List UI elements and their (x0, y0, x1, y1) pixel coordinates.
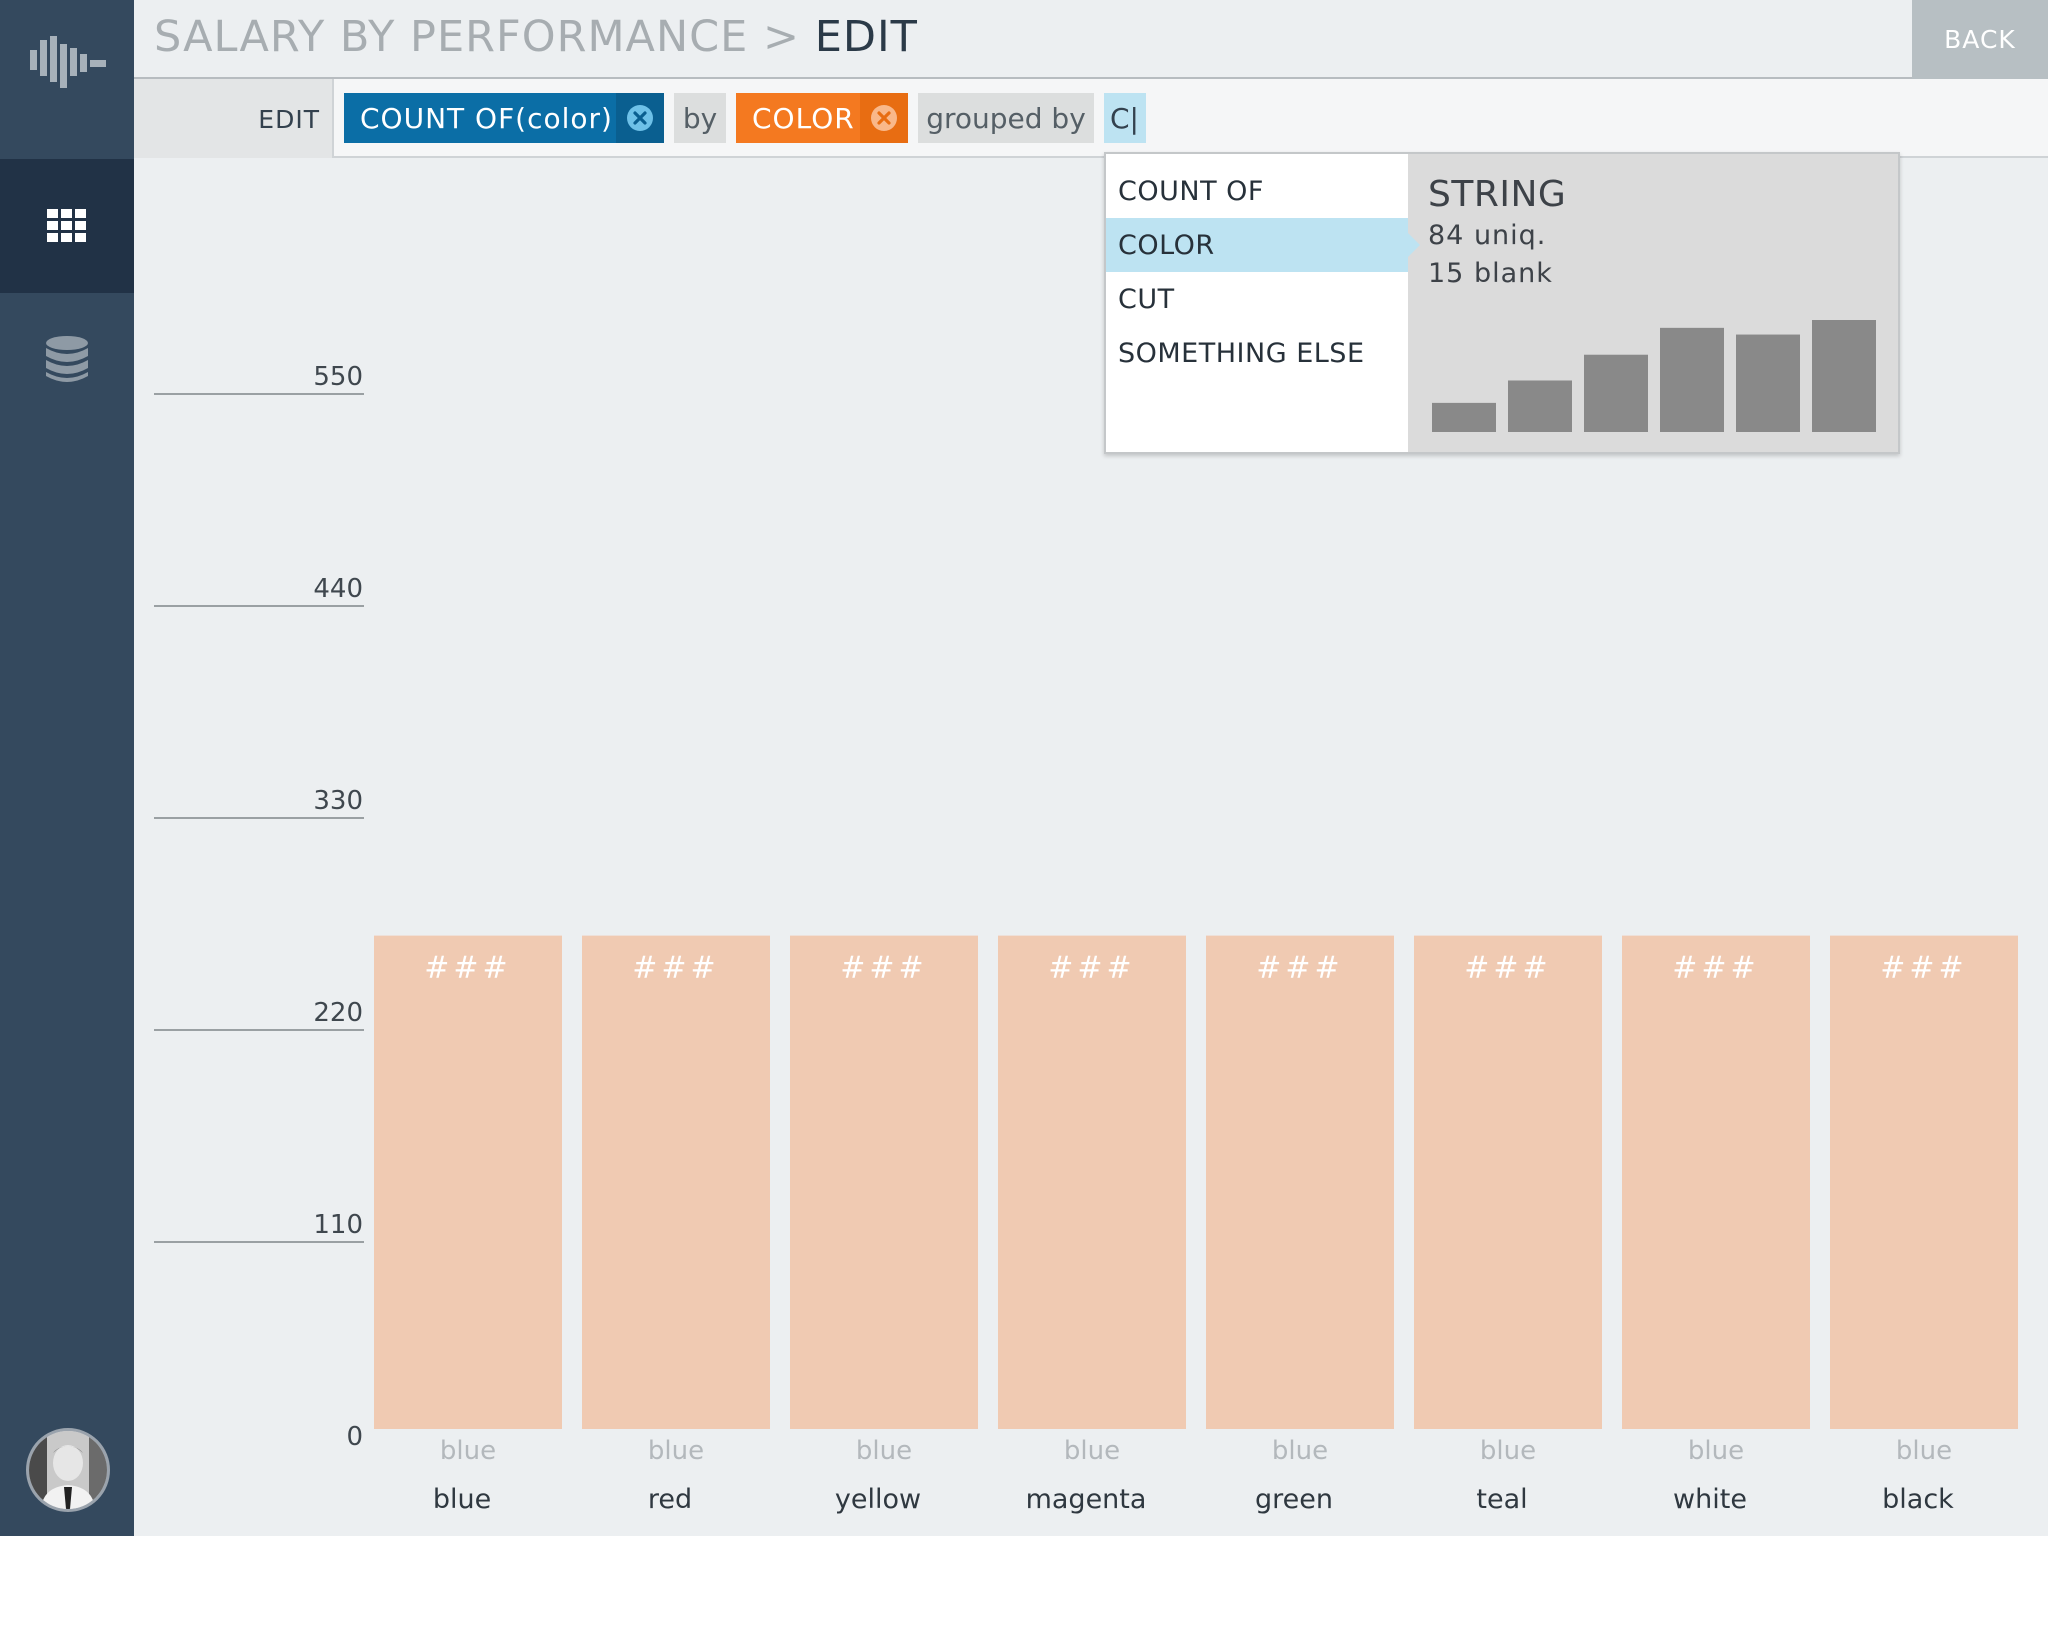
logo[interactable] (0, 0, 134, 159)
x-category-label: blue (433, 1484, 491, 1515)
x-category-label: black (1882, 1484, 1954, 1515)
bar-data-label: ### (1256, 951, 1343, 986)
close-circle-icon (627, 105, 653, 131)
bar-green[interactable] (1206, 935, 1394, 1429)
mode-title: EDIT (814, 12, 918, 62)
close-circle-icon (871, 105, 897, 131)
distribution-bar (1584, 354, 1648, 432)
grouped-by-connector: grouped by (918, 93, 1094, 143)
x-category-label: magenta (1026, 1484, 1147, 1515)
bar-data-label: ### (424, 951, 511, 986)
bar-group-label: blue (1064, 1436, 1120, 1466)
title-bar: SALARY BY PERFORMANCE > EDIT BACK (134, 0, 2048, 79)
bar-yellow[interactable] (790, 935, 978, 1429)
y-tick-label: 220 (313, 998, 363, 1028)
sidebar (0, 0, 134, 1536)
database-icon (46, 336, 88, 382)
edit-label: EDIT (258, 105, 320, 134)
waveform-logo-icon (30, 36, 106, 88)
by-connector: by (674, 93, 726, 143)
bar-data-label: ### (632, 951, 719, 986)
bar-data-label: ### (1880, 951, 1967, 986)
bar-group-label: blue (1480, 1436, 1536, 1466)
breadcrumb-separator: > (763, 12, 801, 62)
x-category-label: red (648, 1484, 692, 1515)
remove-measure-button[interactable] (616, 93, 664, 143)
dropdown-item-cut[interactable]: CUT (1106, 272, 1408, 326)
bar-group-label: blue (1688, 1436, 1744, 1466)
y-tick-label: 440 (313, 574, 363, 604)
bar-data-label: ### (1672, 951, 1759, 986)
y-tick-label: 550 (313, 362, 363, 392)
x-category-label: white (1673, 1484, 1747, 1515)
bar-data-label: ### (840, 951, 927, 986)
dropdown-item-color[interactable]: COLOR (1106, 218, 1420, 272)
sidebar-item-grid[interactable] (0, 159, 134, 293)
bar-group-label: blue (440, 1436, 496, 1466)
distribution-bar (1660, 327, 1724, 432)
group-by-input[interactable] (1104, 93, 1146, 143)
user-photo-icon (29, 1431, 107, 1509)
x-category-label: teal (1476, 1484, 1527, 1515)
bar-blue[interactable] (374, 935, 562, 1429)
measure-pill[interactable]: COUNT OF(color) (344, 93, 664, 143)
autocomplete-list: COUNT OF COLOR CUT SOMETHING ELSE (1106, 154, 1420, 452)
edit-cell: EDIT (134, 79, 334, 158)
y-tick-label: 110 (313, 1210, 363, 1240)
measure-pill-label: COUNT OF(color) (360, 101, 613, 135)
bar-magenta[interactable] (998, 935, 1186, 1429)
bar-group-label: blue (648, 1436, 704, 1466)
bar-teal[interactable] (1414, 935, 1602, 1429)
distribution-sparkline (1432, 320, 1876, 432)
y-tick-label: 330 (313, 786, 363, 816)
dropdown-item-something-else[interactable]: SOMETHING ELSE (1106, 326, 1408, 380)
report-title[interactable]: SALARY BY PERFORMANCE (154, 12, 748, 62)
bar-data-label: ### (1048, 951, 1135, 986)
bar-white[interactable] (1622, 935, 1810, 1429)
x-category-label: green (1255, 1484, 1333, 1515)
bar-data-label: ### (1464, 951, 1551, 986)
field-preview: STRING 84 uniq. 15 blank (1408, 154, 1898, 452)
sidebar-item-database[interactable] (0, 293, 134, 427)
dimension-pill-label: COLOR (752, 101, 855, 135)
bar-group-label: blue (1272, 1436, 1328, 1466)
bar-red[interactable] (582, 935, 770, 1429)
bar-black[interactable] (1830, 935, 2018, 1429)
grid-icon (47, 209, 86, 242)
app-window: 0 110 220 330 440 550 ### blue blue ### blue red ###… (0, 0, 2048, 1536)
bar-group-label: blue (856, 1436, 912, 1466)
dimension-pill[interactable]: COLOR (736, 93, 908, 143)
x-category-label: yellow (835, 1484, 921, 1515)
page-title: SALARY BY PERFORMANCE > EDIT (154, 12, 918, 62)
autocomplete-dropdown: COUNT OF COLOR CUT SOMETHING ELSE STRING… (1104, 152, 1900, 454)
distribution-bar (1812, 320, 1876, 432)
query-bar: EDIT COUNT OF(color) by COLOR grouped by (134, 79, 2048, 158)
distribution-bar (1736, 334, 1800, 432)
bar-group-label: blue (1896, 1436, 1952, 1466)
remove-dimension-button[interactable] (860, 93, 908, 143)
user-avatar[interactable] (26, 1428, 110, 1512)
back-button[interactable]: BACK (1912, 0, 2048, 79)
distribution-bar (1432, 402, 1496, 432)
y-tick-label: 0 (346, 1422, 363, 1452)
dropdown-item-count-of[interactable]: COUNT OF (1106, 164, 1408, 218)
distribution-bar (1508, 380, 1572, 432)
